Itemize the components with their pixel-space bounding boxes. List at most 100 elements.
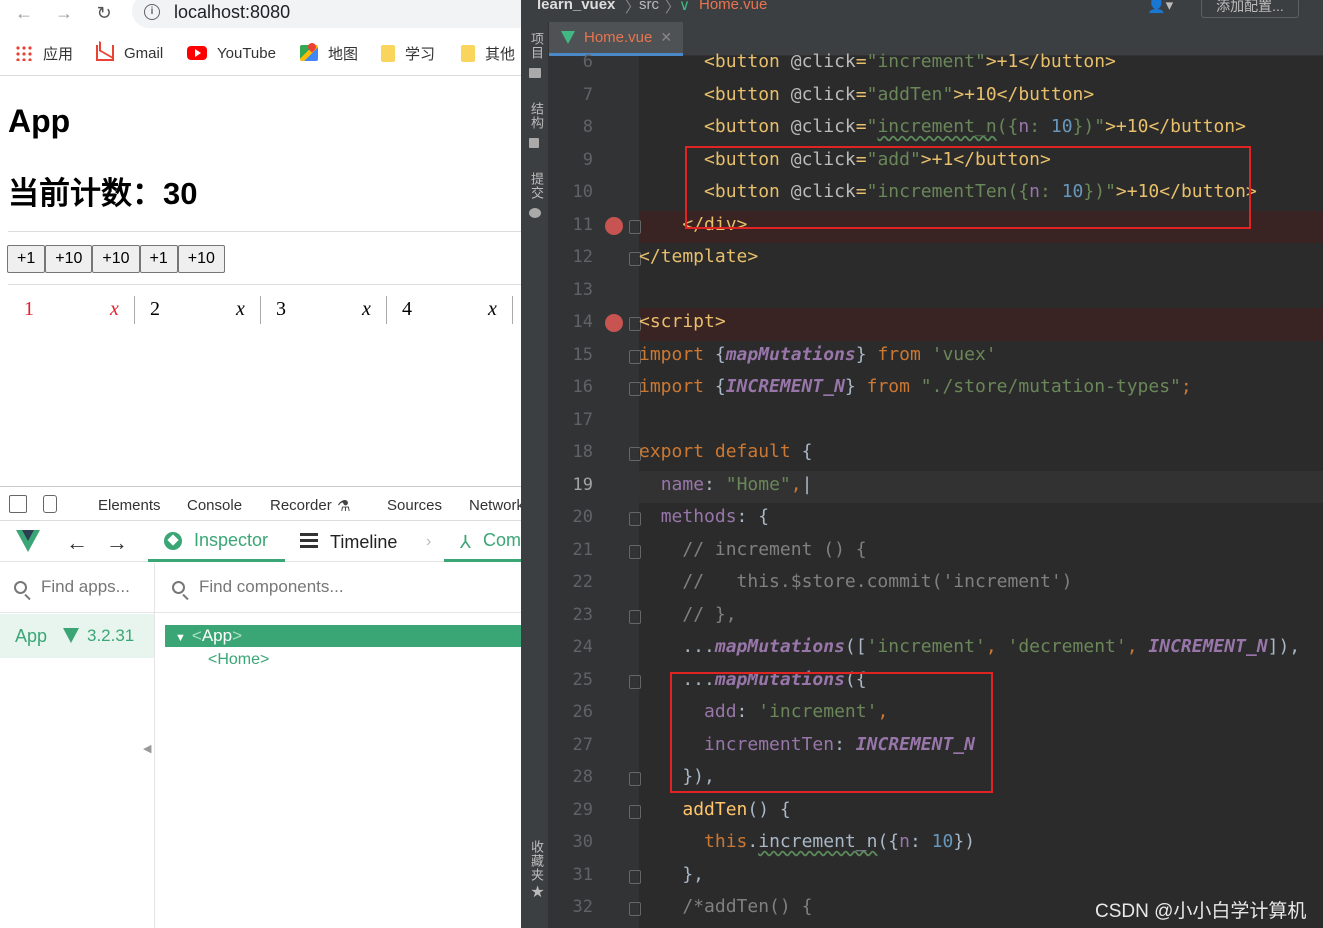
tree-node-app[interactable]: ▼ <App>: [165, 625, 521, 647]
find-apps-input[interactable]: Find apps...: [14, 577, 130, 597]
breadcrumb-src[interactable]: src: [639, 0, 659, 13]
tree-node-home[interactable]: <Home>: [208, 651, 269, 669]
structure-tool-tab[interactable]: 结构: [527, 102, 546, 130]
tab-components[interactable]: ⅄Components: [444, 522, 521, 562]
increment-ten-button[interactable]: +10: [177, 245, 225, 273]
code-line[interactable]: 18 export default {: [573, 438, 1323, 471]
breakpoint-icon[interactable]: [605, 216, 623, 235]
line-number[interactable]: 16: [549, 377, 593, 397]
line-number[interactable]: 15: [549, 345, 593, 365]
line-number[interactable]: 29: [549, 800, 593, 820]
line-number[interactable]: 10: [549, 182, 593, 202]
bookmark-apps[interactable]: 应用: [15, 42, 73, 64]
close-icon[interactable]: ✕: [660, 29, 672, 46]
tab-inspector[interactable]: Inspector: [148, 522, 285, 562]
code-line[interactable]: 13: [573, 276, 1323, 309]
code-line[interactable]: 14 <script>: [573, 308, 1323, 341]
tab-elements[interactable]: Elements: [98, 497, 161, 514]
line-number[interactable]: 30: [549, 832, 593, 852]
breakpoint-icon[interactable]: [605, 314, 623, 332]
tab-sources[interactable]: Sources: [387, 497, 442, 514]
add-ten-button[interactable]: +10: [45, 245, 93, 273]
code-line[interactable]: 12 </template>: [573, 243, 1323, 276]
line-number[interactable]: 12: [549, 247, 593, 267]
bookmark-maps[interactable]: 地图: [300, 42, 358, 64]
add-button[interactable]: +1: [139, 245, 178, 273]
forward-arrow-icon[interactable]: →: [52, 2, 76, 24]
line-number[interactable]: 23: [549, 605, 593, 625]
line-number[interactable]: 25: [549, 670, 593, 690]
code-line[interactable]: 15 import {mapMutations} from 'vuex': [573, 341, 1323, 374]
code-line[interactable]: 29 addTen() {: [573, 796, 1323, 829]
inspect-element-icon[interactable]: [9, 495, 27, 513]
back-arrow-icon[interactable]: ←: [66, 530, 88, 556]
add-configuration-button[interactable]: 添加配置...: [1201, 0, 1299, 18]
code-line[interactable]: 30 this.increment_n({n: 10}): [573, 828, 1323, 861]
line-number[interactable]: 8: [549, 117, 593, 137]
line-number[interactable]: 6: [549, 52, 593, 72]
address-bar[interactable]: i localhost:8080: [132, 0, 521, 28]
increment-n-button[interactable]: +10: [92, 245, 140, 273]
forward-arrow-icon[interactable]: →: [106, 530, 128, 556]
code-line[interactable]: 23 // },: [573, 601, 1323, 634]
favorites-tool-tab[interactable]: 收藏夹: [527, 840, 546, 882]
expand-triangle-icon[interactable]: ▼: [175, 632, 186, 644]
code-line[interactable]: 17: [573, 406, 1323, 439]
code-line[interactable]: 7 <button @click="addTen">+10</button>: [583, 81, 1323, 114]
line-number[interactable]: 9: [549, 150, 593, 170]
tab-recorder[interactable]: Recorder: [270, 497, 332, 514]
line-number[interactable]: 24: [549, 637, 593, 657]
line-number[interactable]: 17: [549, 410, 593, 430]
line-number[interactable]: 27: [549, 735, 593, 755]
line-number[interactable]: 11: [549, 215, 593, 235]
code-line[interactable]: 24 ...mapMutations(['increment', 'decrem…: [573, 633, 1323, 666]
bookmark-gmail[interactable]: Gmail: [96, 42, 163, 64]
line-number[interactable]: 32: [549, 897, 593, 917]
line-number[interactable]: 13: [549, 280, 593, 300]
line-number[interactable]: 20: [549, 507, 593, 527]
tab-console[interactable]: Console: [187, 497, 242, 514]
breadcrumb-file[interactable]: Home.vue: [699, 0, 767, 13]
code-line[interactable]: 6 <button @click="increment">+1</button>: [583, 48, 1323, 81]
code-line[interactable]: 16 import {INCREMENT_N} from "./store/mut…: [573, 373, 1323, 406]
bookmark-youtube[interactable]: YouTube: [187, 42, 276, 64]
remove-x[interactable]: x: [362, 298, 371, 321]
app-list-item[interactable]: App 3.2.31: [0, 614, 154, 658]
remove-x[interactable]: x: [488, 298, 497, 321]
user-icon[interactable]: 👤▾: [1147, 0, 1173, 14]
tab-timeline[interactable]: Timeline: [300, 522, 397, 562]
device-toolbar-icon[interactable]: [43, 495, 57, 513]
site-info-icon[interactable]: i: [144, 4, 160, 20]
commit-tool-tab[interactable]: 提交: [527, 172, 546, 200]
code-line[interactable]: 22 // this.$store.commit('increment'): [573, 568, 1323, 601]
code-text: import {mapMutations} from 'vuex': [639, 343, 997, 365]
line-number[interactable]: 18: [549, 442, 593, 462]
breadcrumb-project[interactable]: learn_vuex: [537, 0, 615, 13]
bookmark-other[interactable]: 其他: [461, 42, 515, 64]
back-arrow-icon[interactable]: ←: [12, 2, 36, 24]
increment-button[interactable]: +1: [7, 245, 46, 273]
code-line[interactable]: 20 methods: {: [573, 503, 1323, 536]
remove-x[interactable]: x: [236, 298, 245, 321]
line-number[interactable]: 7: [549, 85, 593, 105]
remove-x[interactable]: x: [110, 298, 119, 321]
bookmark-study[interactable]: 学习: [381, 42, 435, 64]
collapse-pane-icon[interactable]: ◀: [143, 742, 151, 755]
code-line[interactable]: 8 <button @click="increment_n({n: 10})">…: [583, 113, 1323, 146]
line-number[interactable]: 26: [549, 702, 593, 722]
code-line[interactable]: 31 },: [573, 861, 1323, 894]
line-number[interactable]: 31: [549, 865, 593, 885]
pane-splitter[interactable]: [154, 563, 155, 928]
line-number[interactable]: 22: [549, 572, 593, 592]
reload-icon[interactable]: ↻: [92, 2, 116, 24]
code-line[interactable]: 19 name: "Home",|: [573, 470, 1323, 503]
line-number[interactable]: 28: [549, 767, 593, 787]
project-tool-tab[interactable]: 项目: [527, 32, 546, 60]
find-components-input[interactable]: Find components...: [172, 577, 344, 597]
line-number[interactable]: 21: [549, 540, 593, 560]
line-number[interactable]: 19: [549, 475, 593, 495]
code-text: export default {: [639, 441, 813, 462]
line-number[interactable]: 14: [549, 312, 593, 332]
tab-network[interactable]: Network: [469, 497, 521, 514]
code-line[interactable]: 21 // increment () {: [573, 536, 1323, 569]
